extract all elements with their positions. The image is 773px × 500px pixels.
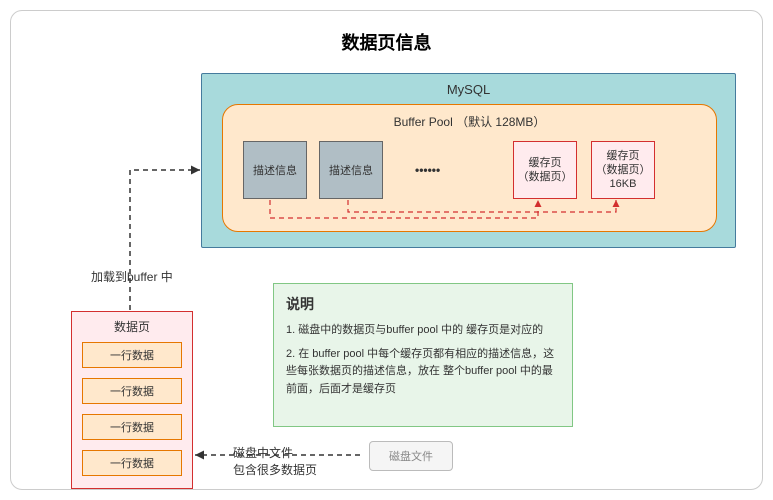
buffer-pool-label: Buffer Pool （默认 128MB） — [223, 113, 716, 130]
disk-file-label: 磁盘文件 — [389, 448, 433, 464]
dots-icon: •••••• — [415, 163, 440, 177]
cache1-line2: （数据页） — [518, 170, 573, 184]
diagram-title: 数据页信息 — [11, 29, 762, 55]
buffer-pool-container: Buffer Pool （默认 128MB） 描述信息 描述信息 •••••• … — [222, 104, 717, 232]
mysql-label: MySQL — [202, 82, 735, 97]
desc-info-box-1: 描述信息 — [243, 141, 307, 199]
data-page-container: 数据页 一行数据 一行数据 一行数据 一行数据 — [71, 311, 193, 489]
cache-page-box-2: 缓存页 （数据页） 16KB — [591, 141, 655, 199]
data-row-4: 一行数据 — [82, 450, 182, 476]
cache2-line2: （数据页） — [596, 163, 651, 177]
note-line-2: 2. 在 buffer pool 中每个缓存页都有相应的描述信息，这些每张数据页… — [286, 346, 560, 399]
cache1-line1: 缓存页 — [529, 156, 562, 170]
data-page-label: 数据页 — [72, 318, 192, 335]
desc-info-box-2: 描述信息 — [319, 141, 383, 199]
mysql-container: MySQL Buffer Pool （默认 128MB） 描述信息 描述信息 •… — [201, 73, 736, 248]
explanation-box: 说明 1. 磁盘中的数据页与buffer pool 中的 缓存页是对应的 2. … — [273, 283, 573, 427]
data-row-3: 一行数据 — [82, 414, 182, 440]
data-row-1: 一行数据 — [82, 342, 182, 368]
disk-arrow-l2: 包含很多数据页 — [233, 463, 317, 477]
disk-arrow-label: 磁盘中文件 包含很多数据页 — [233, 445, 317, 479]
disk-arrow-l1: 磁盘中文件 — [233, 446, 293, 460]
load-to-buffer-label: 加载到buffer 中 — [91, 269, 173, 286]
note-title: 说明 — [286, 294, 560, 314]
cache2-line3: 16KB — [610, 177, 637, 191]
main-frame: 数据页信息 MySQL Buffer Pool （默认 128MB） 描述信息 … — [10, 10, 763, 490]
data-row-2: 一行数据 — [82, 378, 182, 404]
disk-file-box: 磁盘文件 — [369, 441, 453, 471]
note-line-1: 1. 磁盘中的数据页与buffer pool 中的 缓存页是对应的 — [286, 322, 560, 340]
cache2-line1: 缓存页 — [607, 149, 640, 163]
cache-page-box-1: 缓存页 （数据页） — [513, 141, 577, 199]
